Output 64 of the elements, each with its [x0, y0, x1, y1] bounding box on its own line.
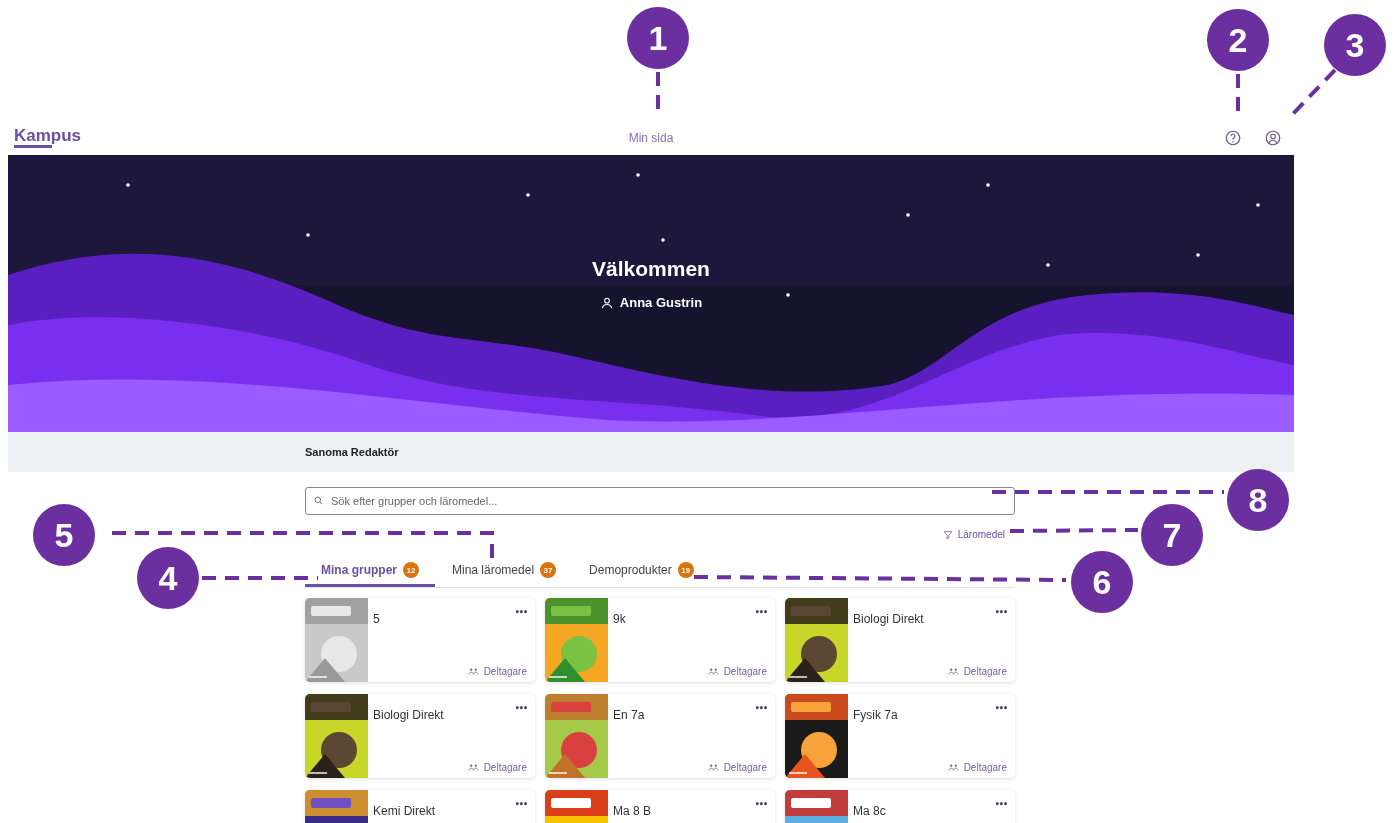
callout-marker: 7 — [1141, 504, 1203, 566]
welcome-title: Välkommen — [592, 257, 710, 281]
people-icon — [947, 762, 959, 773]
kampus-logo[interactable]: Kampus — [14, 127, 82, 148]
card-title: Biologi Direkt — [853, 612, 924, 626]
callout-marker: 4 — [137, 547, 199, 609]
card-title: Biologi Direkt — [373, 708, 444, 722]
group-card[interactable]: Biologi Direkt ••• Deltagare — [305, 694, 535, 778]
tab[interactable]: Mina läromedel 37 — [436, 562, 573, 587]
more-button[interactable]: ••• — [994, 704, 1007, 713]
more-button[interactable]: ••• — [754, 608, 767, 617]
more-button[interactable]: ••• — [994, 800, 1007, 809]
person-icon — [599, 295, 614, 310]
group-card[interactable]: Ma 8c ••• — [785, 790, 1015, 823]
participants-link[interactable]: Deltagare — [947, 666, 1007, 677]
user-name: Anna Gustrin — [619, 295, 703, 310]
more-button[interactable]: ••• — [754, 800, 767, 809]
count-badge: 37 — [540, 562, 557, 578]
user-icon[interactable] — [1264, 128, 1282, 147]
card-title: Ma 8 B — [613, 804, 651, 818]
card-title: Kemi Direkt — [373, 804, 435, 818]
filter-button[interactable]: Läromedel — [942, 529, 1005, 540]
count-badge: 19 — [677, 562, 694, 578]
count-badge: 12 — [403, 562, 419, 578]
card-title: Ma 8c — [853, 804, 886, 818]
people-icon — [467, 666, 479, 677]
people-icon — [707, 762, 719, 773]
group-card[interactable]: Ma 8 B ••• — [545, 790, 775, 823]
callout-marker: 1 — [627, 7, 689, 69]
tab[interactable]: Demoprodukter 19 — [573, 562, 710, 587]
callout-marker: 5 — [33, 504, 95, 566]
callout-marker: 6 — [1071, 551, 1133, 613]
search-field[interactable]: Sök efter grupper och läromedel... — [305, 487, 1015, 515]
group-card[interactable]: Fysik 7a ••• Deltagare — [785, 694, 1015, 778]
organization-name: Sanoma Redaktör — [305, 446, 399, 458]
participants-link[interactable]: Deltagare — [707, 762, 767, 773]
group-card[interactable]: Biologi Direkt ••• Deltagare — [785, 598, 1015, 682]
group-card[interactable]: 5 ••• Deltagare — [305, 598, 535, 682]
card-title: Fysik 7a — [853, 708, 898, 722]
more-button[interactable]: ••• — [514, 608, 527, 617]
callout-marker: 3 — [1324, 14, 1386, 76]
nav-link[interactable]: Min sida — [628, 130, 674, 145]
filter-icon — [942, 529, 953, 540]
people-icon — [707, 666, 719, 677]
tab[interactable]: Mina grupper 12 — [305, 562, 435, 587]
group-card[interactable]: Kemi Direkt ••• — [305, 790, 535, 823]
group-card[interactable]: 9k ••• Deltagare — [545, 598, 775, 682]
more-button[interactable]: ••• — [514, 704, 527, 713]
card-title: 5 — [373, 612, 380, 626]
card-title: 9k — [613, 612, 626, 626]
help-icon[interactable] — [1224, 128, 1242, 147]
more-button[interactable]: ••• — [754, 704, 767, 713]
callout-marker: 8 — [1227, 469, 1289, 531]
more-button[interactable]: ••• — [514, 800, 527, 809]
participants-link[interactable]: Deltagare — [467, 762, 527, 773]
card-title: En 7a — [613, 708, 645, 722]
more-button[interactable]: ••• — [994, 608, 1007, 617]
participants-link[interactable]: Deltagare — [707, 666, 767, 677]
people-icon — [467, 762, 479, 773]
group-card[interactable]: En 7a ••• Deltagare — [545, 694, 775, 778]
callout-marker: 2 — [1207, 9, 1269, 71]
participants-link[interactable]: Deltagare — [947, 762, 1007, 773]
participants-link[interactable]: Deltagare — [467, 666, 527, 677]
people-icon — [947, 666, 959, 677]
